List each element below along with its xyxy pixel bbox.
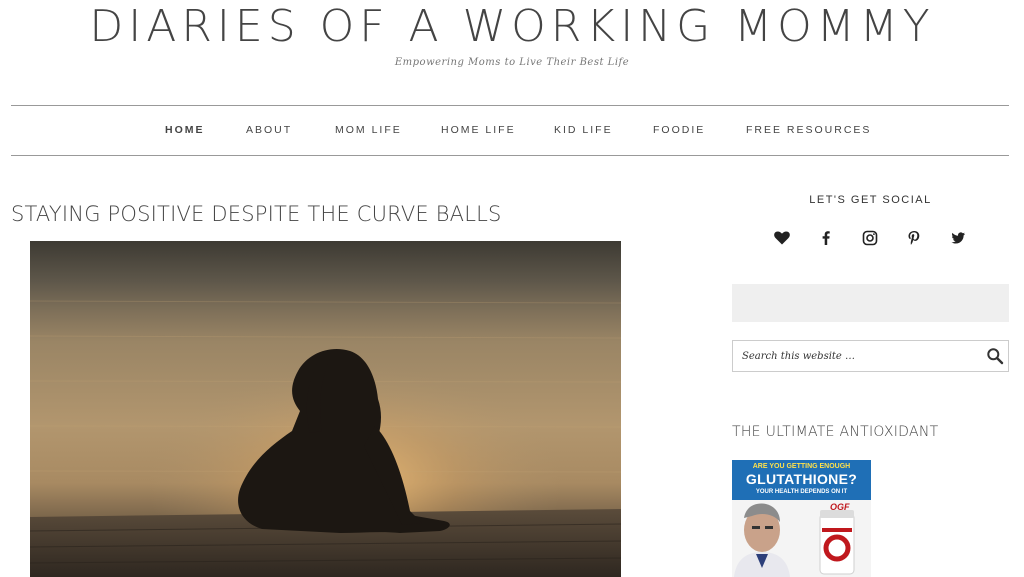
nav-item-foodie[interactable]: FOODIE (653, 106, 705, 155)
main-navigation: HOME ABOUT MOM LIFE HOME LIFE KID LIFE F… (11, 105, 1009, 156)
ad-text-line1: ARE YOU GETTING ENOUGH (752, 463, 851, 470)
facebook-icon[interactable] (816, 228, 836, 248)
search-form (732, 340, 1009, 372)
instagram-icon[interactable] (860, 228, 880, 248)
search-input[interactable] (733, 341, 973, 371)
search-icon[interactable] (986, 347, 1004, 365)
heart-icon[interactable] (772, 228, 792, 248)
social-heading: LET'S GET SOCIAL (809, 194, 932, 206)
post-title[interactable]: STAYING POSITIVE DESPITE THE CURVE BALLS (11, 202, 502, 226)
sad-woman-on-dock-photo (30, 241, 621, 577)
site-title[interactable]: DIARIES OF A WORKING MOMMY (0, 0, 1024, 54)
nav-item-free-resources[interactable]: FREE RESOURCES (746, 106, 871, 155)
pinterest-icon[interactable] (904, 228, 924, 248)
ad-brand-label: OGF (830, 502, 850, 512)
ad-text-line3: YOUR HEALTH DEPENDS ON IT (755, 489, 848, 495)
twitter-icon[interactable] (948, 228, 968, 248)
nav-item-kid-life[interactable]: KID LIFE (554, 106, 613, 155)
post-featured-image[interactable] (30, 241, 621, 577)
sidebar-ad-placeholder (732, 284, 1009, 322)
nav-item-home[interactable]: HOME (165, 106, 205, 155)
nav-item-home-life[interactable]: HOME LIFE (441, 106, 516, 155)
ad-text-line2: GLUTATHIONE? (745, 471, 858, 487)
nav-item-mom-life[interactable]: MOM LIFE (335, 106, 402, 155)
nav-item-about[interactable]: ABOUT (246, 106, 292, 155)
glutathione-ad-banner[interactable]: ARE YOU GETTING ENOUGH GLUTATHIONE? YOUR… (732, 460, 871, 577)
ad-product-image (732, 500, 871, 577)
site-tagline: Empowering Moms to Live Their Best Life (394, 57, 630, 68)
ad-widget-heading: THE ULTIMATE ANTIOXIDANT (732, 424, 939, 440)
